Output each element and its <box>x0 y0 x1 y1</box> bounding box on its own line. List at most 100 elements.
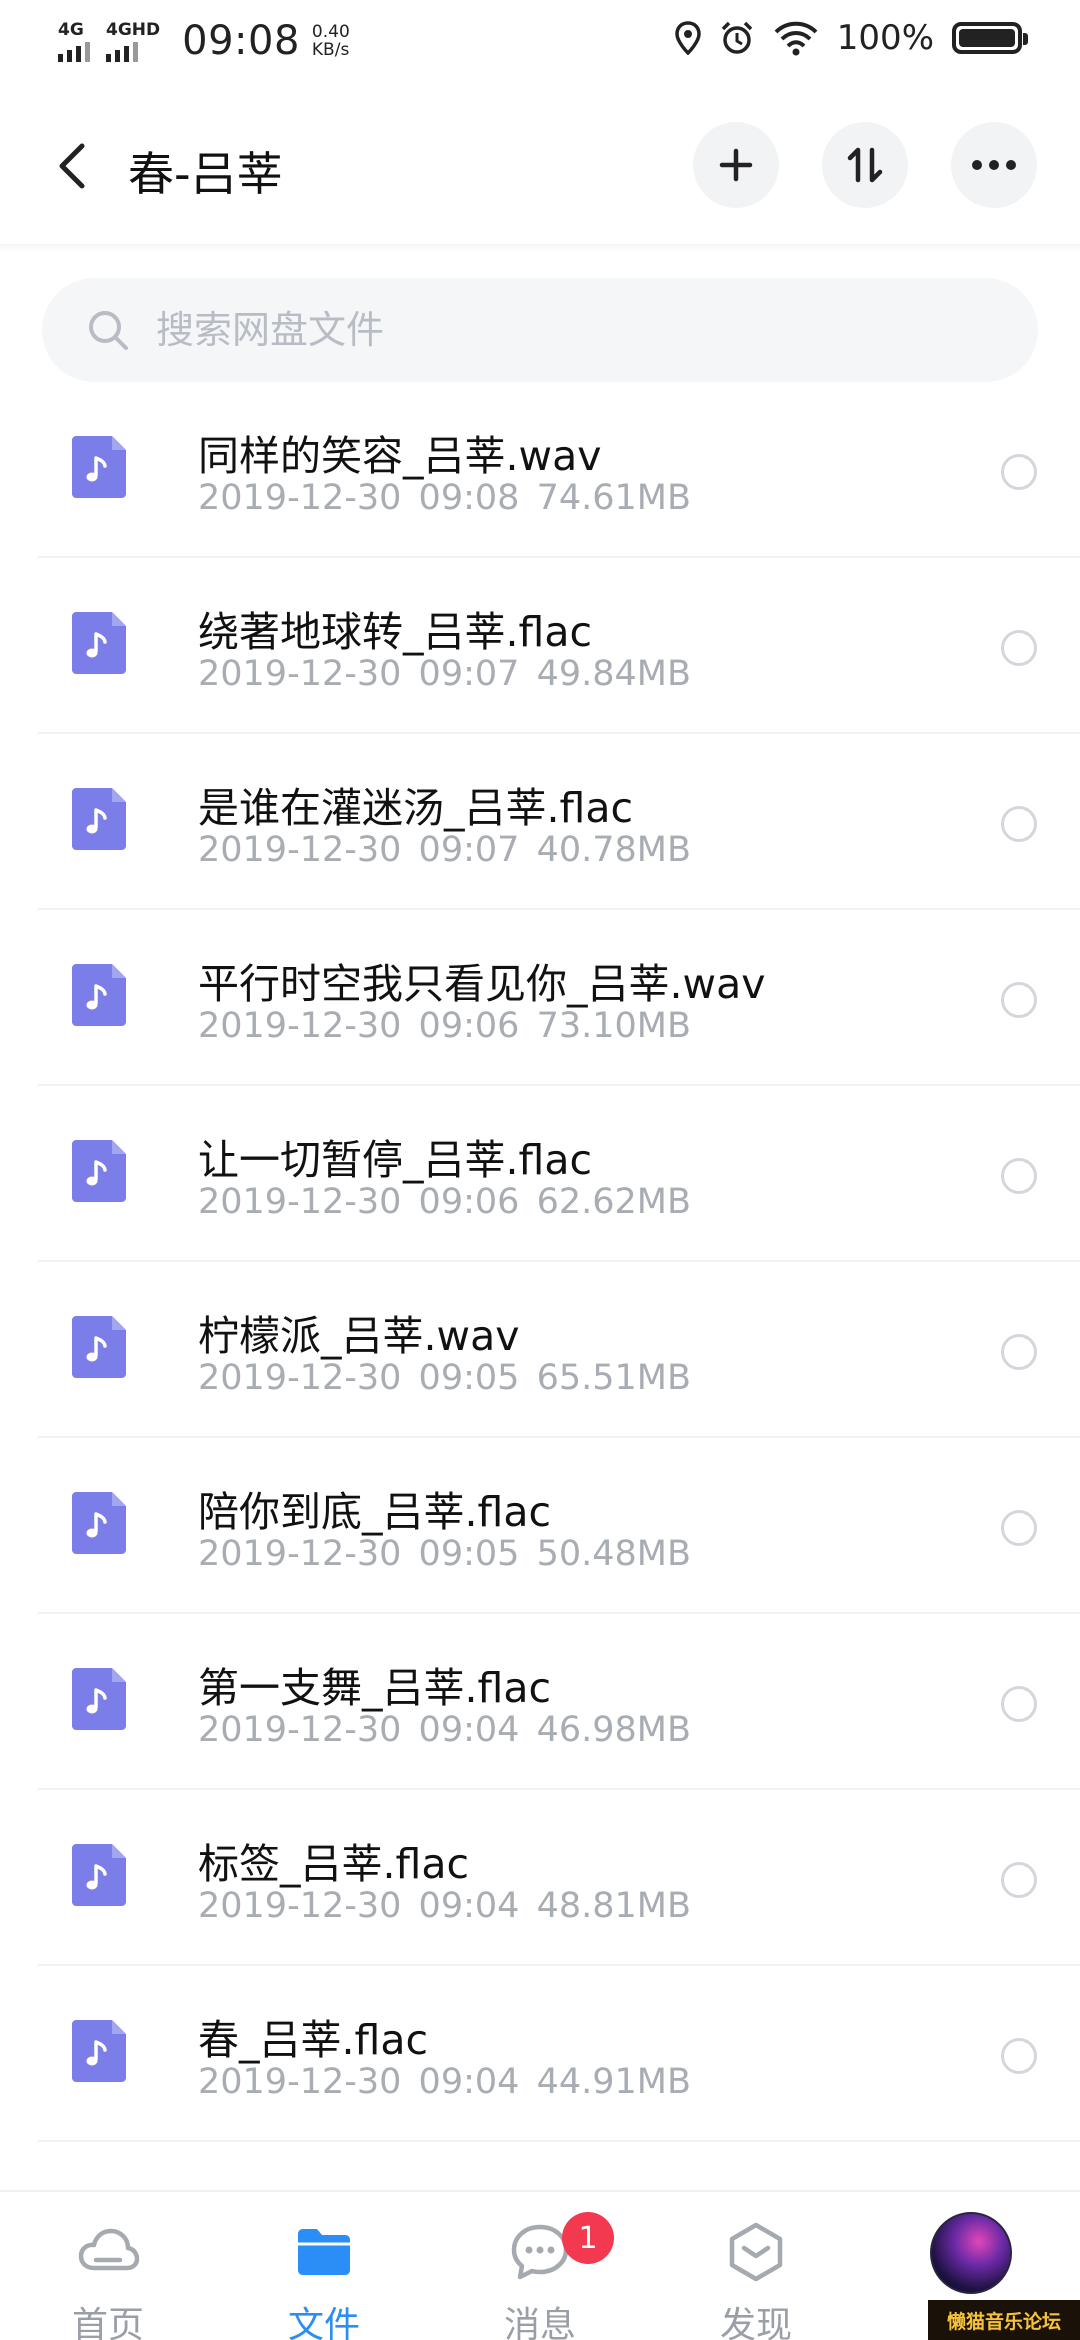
music-file-icon <box>72 436 126 498</box>
music-file-icon <box>72 964 126 1026</box>
file-time: 09:04 <box>418 1886 520 1926</box>
folder-icon <box>298 2229 350 2275</box>
file-meta: 2019-12-30 09:06 62.62MB <box>198 1182 691 1222</box>
file-date: 2019-12-30 <box>198 1006 402 1046</box>
header-divider <box>0 244 1080 252</box>
nav-label-home: 首页 <box>71 2305 144 2340</box>
back-arrow-icon <box>59 143 85 189</box>
more-icon <box>972 160 1016 170</box>
add-button[interactable] <box>693 122 779 208</box>
file-time: 09:06 <box>418 1182 520 1222</box>
file-name: 同样的笑容_吕莘.wav <box>198 432 602 480</box>
file-row[interactable]: 平行时空我只看见你_吕莘.wav 2019-12-30 09:06 73.10MB <box>0 910 1080 1086</box>
music-file-icon <box>72 1140 126 1202</box>
file-name: 是谁在灌迷汤_吕莘.flac <box>198 784 634 832</box>
nav-discover[interactable]: 发现 <box>648 2192 864 2340</box>
row-divider <box>38 2140 1080 2142</box>
file-size: 65.51MB <box>536 1358 691 1398</box>
file-meta: 2019-12-30 09:04 44.91MB <box>198 2062 691 2102</box>
location-icon <box>675 21 701 55</box>
file-size: 62.62MB <box>536 1182 691 1222</box>
select-checkbox[interactable] <box>1001 454 1037 490</box>
file-time: 09:05 <box>418 1358 520 1398</box>
select-checkbox[interactable] <box>1001 630 1037 666</box>
file-name: 绕著地球转_吕莘.flac <box>198 608 593 656</box>
file-row[interactable]: 让一切暂停_吕莘.flac 2019-12-30 09:06 62.62MB <box>0 1086 1080 1262</box>
battery-icon <box>952 22 1028 54</box>
select-checkbox[interactable] <box>1001 1158 1037 1194</box>
file-row[interactable]: 同样的笑容_吕莘.wav 2019-12-30 09:08 74.61MB <box>0 382 1080 558</box>
file-date: 2019-12-30 <box>198 1358 402 1398</box>
signal-bars-icon <box>106 41 138 62</box>
file-name: 第一支舞_吕莘.flac <box>198 1664 552 1712</box>
file-time: 09:07 <box>418 654 520 694</box>
discover-icon <box>729 2222 783 2282</box>
music-file-icon <box>72 1844 126 1906</box>
file-meta: 2019-12-30 09:05 65.51MB <box>198 1358 691 1398</box>
back-button[interactable] <box>48 138 98 194</box>
sort-icon <box>847 147 883 183</box>
file-meta: 2019-12-30 09:04 46.98MB <box>198 1710 691 1750</box>
search-input[interactable] <box>156 308 956 352</box>
sim1-signal: 4G <box>58 21 90 62</box>
file-name: 春_吕莘.flac <box>198 2016 429 2064</box>
speed-value: 0.40 <box>311 22 350 42</box>
sort-button[interactable] <box>822 122 908 208</box>
select-checkbox[interactable] <box>1001 1510 1037 1546</box>
music-file-icon <box>72 612 126 674</box>
nav-label-messages: 消息 <box>503 2305 576 2340</box>
music-file-icon <box>72 2020 126 2082</box>
speed-unit: KB/s <box>311 40 350 60</box>
file-row[interactable]: 陪你到底_吕莘.flac 2019-12-30 09:05 50.48MB <box>0 1438 1080 1614</box>
nav-messages[interactable]: 1 消息 <box>432 2192 648 2340</box>
file-date: 2019-12-30 <box>198 478 402 518</box>
select-checkbox[interactable] <box>1001 982 1037 1018</box>
file-date: 2019-12-30 <box>198 1886 402 1926</box>
file-row[interactable]: 第一支舞_吕莘.flac 2019-12-30 09:04 46.98MB <box>0 1614 1080 1790</box>
file-list: 同样的笑容_吕莘.wav 2019-12-30 09:08 74.61MB 绕著地球… <box>0 382 1080 2142</box>
file-meta: 2019-12-30 09:07 40.78MB <box>198 830 691 870</box>
avatar[interactable] <box>930 2212 1012 2294</box>
file-size: 49.84MB <box>536 654 691 694</box>
search-bar[interactable] <box>42 278 1038 382</box>
file-time: 09:04 <box>418 2062 520 2102</box>
music-file-icon <box>72 1492 126 1554</box>
nav-home[interactable]: 首页 <box>0 2192 216 2340</box>
file-row[interactable]: 是谁在灌迷汤_吕莘.flac 2019-12-30 09:07 40.78MB <box>0 734 1080 910</box>
file-row[interactable]: 春_吕莘.flac 2019-12-30 09:04 44.91MB <box>0 1966 1080 2142</box>
sim2-label: 4GHD <box>106 19 161 40</box>
header: 春-吕莘 <box>0 110 1080 220</box>
search-icon <box>89 311 128 350</box>
file-row[interactable]: 柠檬派_吕莘.wav 2019-12-30 09:05 65.51MB <box>0 1262 1080 1438</box>
file-row[interactable]: 标签_吕莘.flac 2019-12-30 09:04 48.81MB <box>0 1790 1080 1966</box>
file-name: 陪你到底_吕莘.flac <box>198 1488 552 1536</box>
select-checkbox[interactable] <box>1001 1862 1037 1898</box>
status-left: 4G 4GHD 09:08 0.40 KB/s <box>58 18 350 64</box>
signal-bars-icon <box>58 41 90 62</box>
file-time: 09:08 <box>418 478 520 518</box>
file-date: 2019-12-30 <box>198 830 402 870</box>
select-checkbox[interactable] <box>1001 2038 1037 2074</box>
status-bar: 4G 4GHD 09:08 0.40 KB/s 100% <box>0 0 1080 84</box>
page-title: 春-吕莘 <box>128 147 283 201</box>
file-meta: 2019-12-30 09:06 73.10MB <box>198 1006 691 1046</box>
file-name: 平行时空我只看见你_吕莘.wav <box>198 960 766 1008</box>
select-checkbox[interactable] <box>1001 1334 1037 1370</box>
select-checkbox[interactable] <box>1001 806 1037 842</box>
alarm-icon <box>721 21 753 54</box>
file-meta: 2019-12-30 09:04 48.81MB <box>198 1886 691 1926</box>
file-date: 2019-12-30 <box>198 1182 402 1222</box>
select-checkbox[interactable] <box>1001 1686 1037 1722</box>
file-meta: 2019-12-30 09:07 49.84MB <box>198 654 691 694</box>
file-meta: 2019-12-30 09:05 50.48MB <box>198 1534 691 1574</box>
file-row[interactable]: 绕著地球转_吕莘.flac 2019-12-30 09:07 49.84MB <box>0 558 1080 734</box>
file-size: 46.98MB <box>536 1710 691 1750</box>
nav-label-discover: 发现 <box>719 2305 792 2340</box>
nav-files[interactable]: 文件 <box>216 2192 432 2340</box>
file-date: 2019-12-30 <box>198 2062 402 2102</box>
music-file-icon <box>72 1668 126 1730</box>
file-date: 2019-12-30 <box>198 654 402 694</box>
file-size: 44.91MB <box>536 2062 691 2102</box>
sim2-signal: 4GHD <box>106 21 160 62</box>
more-button[interactable] <box>951 122 1037 208</box>
